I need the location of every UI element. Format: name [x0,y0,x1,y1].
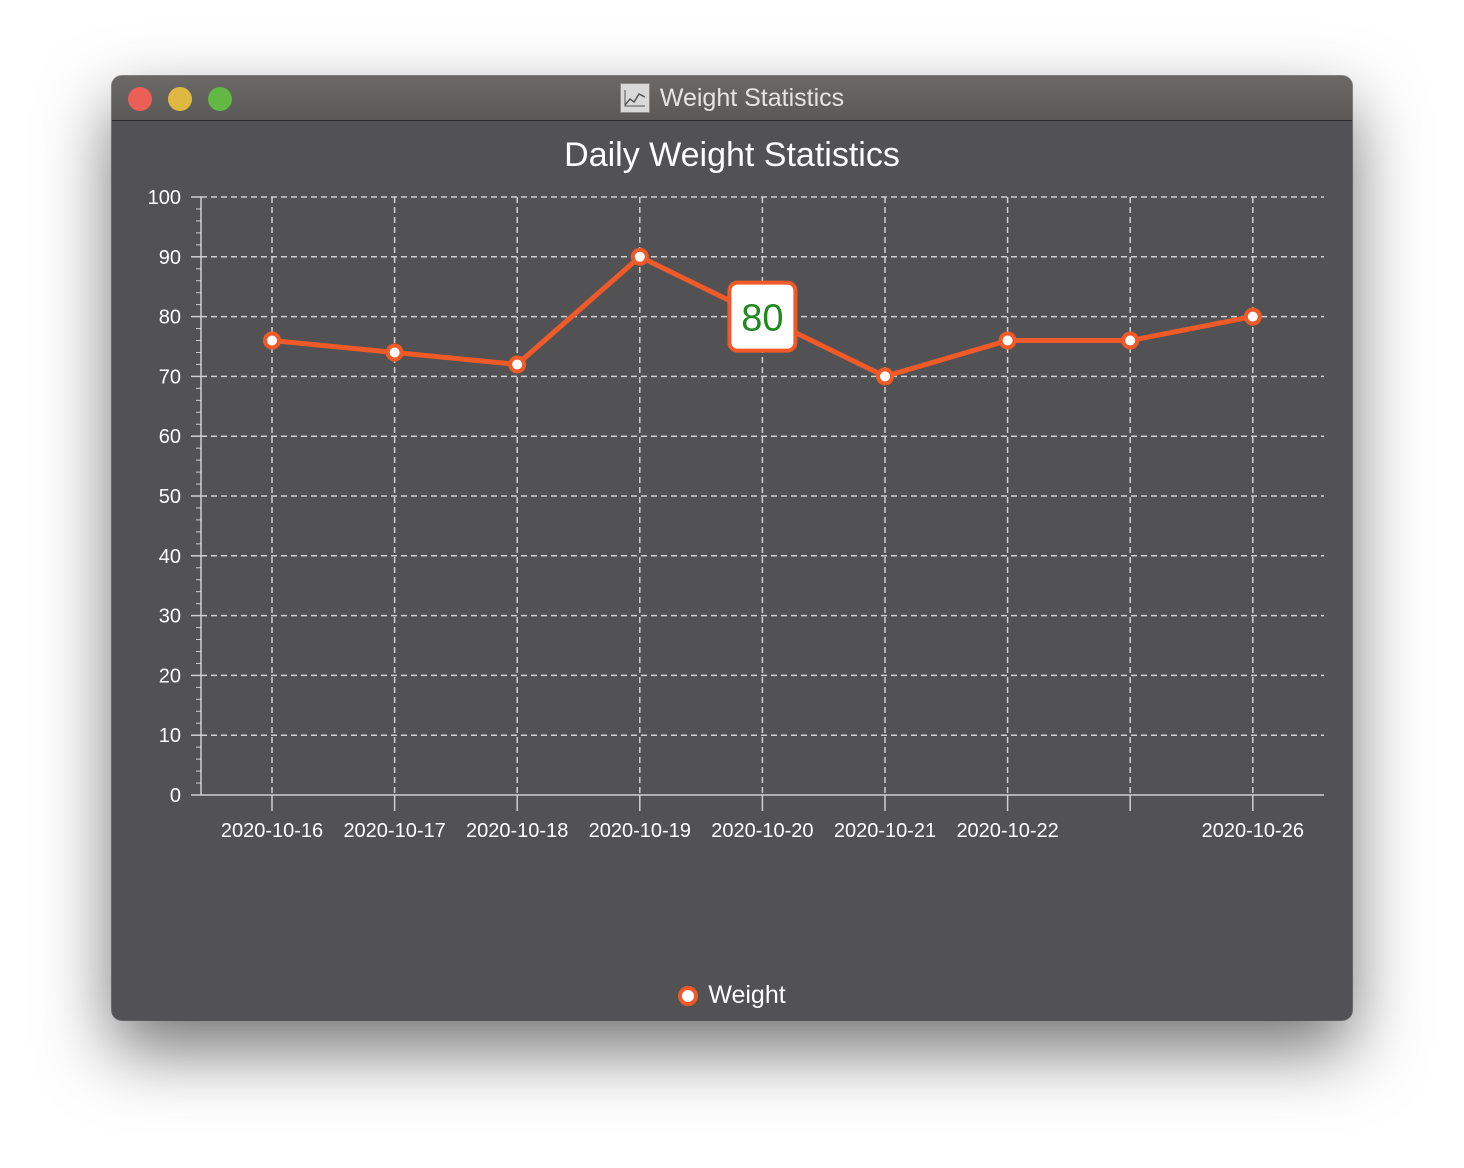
y-tick-label: 0 [170,785,181,807]
data-point[interactable] [508,355,527,374]
title-group: Weight Statistics [112,76,1352,120]
x-tick-label: 2020-10-19 [589,820,691,842]
data-point[interactable] [876,367,894,386]
x-tick-label: 2020-10-16 [221,820,323,842]
tooltip-value: 80 [741,298,783,340]
data-point[interactable] [630,247,649,266]
line-chart: Daily Weight Statistics 0 10 20 30 40 50 60 70 8… [148,136,1324,842]
data-point[interactable] [1243,307,1262,326]
x-tick-label: 2020-10-22 [956,820,1058,842]
y-tick-label: 60 [159,426,181,448]
y-tick-label: 50 [159,486,181,508]
data-point[interactable] [385,343,404,362]
y-tick-label: 80 [159,307,181,329]
line-chart-icon [619,83,650,113]
y-tick-label: 90 [159,247,181,269]
x-tick-label: 2020-10-20 [711,820,813,842]
app-window: Weight Statistics Daily Weight Statistic… [112,76,1352,1020]
y-tick-labels: 0 10 20 30 40 50 60 70 80 90 100 [148,187,181,807]
x-tick-label: 2020-10-21 [834,820,936,842]
y-tick-label: 40 [159,546,181,568]
x-tick-label: 2020-10-17 [343,820,445,842]
chart-title: Daily Weight Statistics [564,136,900,174]
title-bar: Weight Statistics [112,76,1352,121]
y-tick-label: 20 [159,665,181,687]
legend-label: Weight [708,981,786,1009]
y-tick-label: 100 [148,187,181,209]
window-title: Weight Statistics [659,83,845,112]
x-tick-label: 2020-10-18 [466,820,568,842]
legend[interactable]: Weight [112,981,1352,1010]
y-tick-label: 70 [159,366,181,388]
chart-area: Daily Weight Statistics 0 10 20 30 40 50 60 70 8… [112,121,1352,1020]
y-tick-label: 30 [159,606,181,628]
data-point[interactable] [1121,331,1140,350]
legend-marker [678,985,699,1006]
x-tick-labels: 2020-10-16 2020-10-17 2020-10-18 2020-10-19… [221,820,1304,842]
x-tick-label: 2020-10-26 [1202,820,1304,842]
y-tick-label: 10 [159,725,181,747]
data-point[interactable] [263,331,281,350]
data-point[interactable] [998,331,1017,350]
value-tooltip: 80 [727,280,798,353]
